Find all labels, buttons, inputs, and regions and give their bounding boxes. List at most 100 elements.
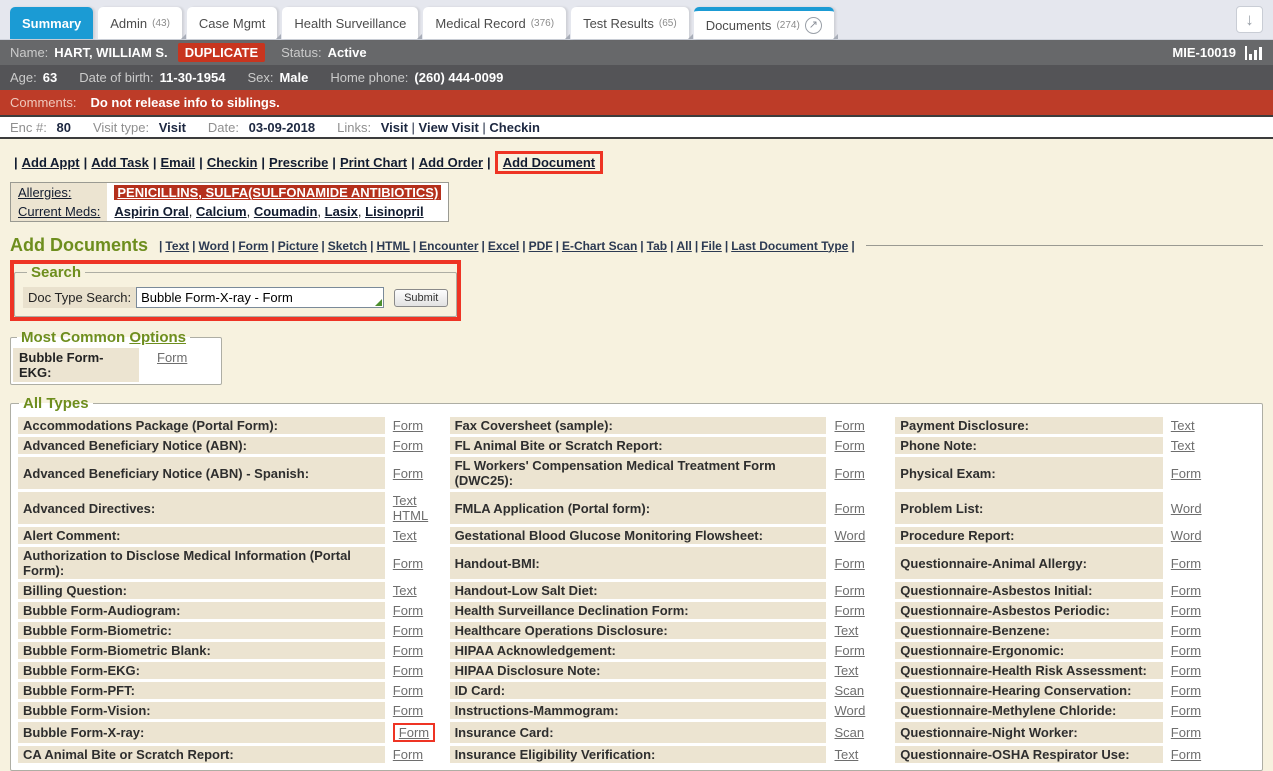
med-link-aspirin-oral[interactable]: Aspirin Oral	[114, 204, 188, 219]
doc-link-phone-note-text[interactable]: Text	[1171, 438, 1195, 453]
doc-link-hipaa-disclosure-note-text[interactable]: Text	[834, 663, 858, 678]
doc-link-fl-workers-compensation-medical-treatment-form-dwc25-form[interactable]: Form	[834, 466, 864, 481]
doc-link-bubble-form-x-ray-form[interactable]: Form	[393, 723, 435, 742]
action-checkin[interactable]: Checkin	[207, 155, 258, 170]
doc-link-questionnaire-night-worker-form[interactable]: Form	[1171, 725, 1201, 740]
doc-format-all[interactable]: All	[676, 239, 691, 253]
doc-link-bubble-form-biometric-form[interactable]: Form	[393, 623, 423, 638]
doc-type-name: Bubble Form-X-ray:	[18, 722, 385, 743]
doc-link-bubble-form-audiogram-form[interactable]: Form	[393, 603, 423, 618]
doc-format-word[interactable]: Word	[199, 239, 229, 253]
doc-format-last-document-type[interactable]: Last Document Type	[731, 239, 848, 253]
encounter-links: Visit | View Visit | Checkin	[381, 120, 540, 135]
doc-link-questionnaire-ergonomic-form[interactable]: Form	[1171, 643, 1201, 658]
doc-link-bubble-form-pft-form[interactable]: Form	[393, 683, 423, 698]
encounter-link-checkin[interactable]: Checkin	[489, 120, 540, 135]
doc-link-questionnaire-asbestos-periodic-form[interactable]: Form	[1171, 603, 1201, 618]
doc-link-authorization-to-disclose-medical-information-portal-form-form[interactable]: Form	[393, 556, 423, 571]
doc-format-e-chart-scan[interactable]: E-Chart Scan	[562, 239, 637, 253]
tab-health-surveillance[interactable]: Health Surveillance	[282, 7, 418, 39]
doc-link-hipaa-acknowledgement-form[interactable]: Form	[834, 643, 864, 658]
tab-documents[interactable]: Documents(274)↗	[694, 7, 834, 39]
doc-link-advanced-directives-html[interactable]: HTML	[393, 508, 428, 523]
tab-summary[interactable]: Summary	[10, 7, 93, 39]
tab-case-mgmt[interactable]: Case Mgmt	[187, 7, 277, 39]
doc-link-questionnaire-methylene-chloride-form[interactable]: Form	[1171, 703, 1201, 718]
separator: |	[407, 155, 419, 170]
action-add-task[interactable]: Add Task	[91, 155, 149, 170]
doc-link-bubble-form-biometric-blank-form[interactable]: Form	[393, 643, 423, 658]
doc-type-search-input[interactable]	[136, 287, 384, 308]
doc-link-gestational-blood-glucose-monitoring-flowsheet-word[interactable]: Word	[834, 528, 865, 543]
current-meds-link[interactable]: Current Meds:	[18, 204, 100, 219]
doc-link-insurance-eligibility-verification-text[interactable]: Text	[834, 747, 858, 762]
allergies-link[interactable]: Allergies:	[18, 185, 71, 200]
doc-format-html[interactable]: HTML	[376, 239, 409, 253]
action-print-chart[interactable]: Print Chart	[340, 155, 407, 170]
doc-link-questionnaire-hearing-conservation-form[interactable]: Form	[1171, 683, 1201, 698]
doc-link-insurance-card-scan[interactable]: Scan	[834, 725, 864, 740]
doc-link-advanced-beneficiary-notice-abn-spanish-form[interactable]: Form	[393, 466, 423, 481]
doc-format-text[interactable]: Text	[165, 239, 189, 253]
doc-link-handout-bmi-form[interactable]: Form	[834, 556, 864, 571]
doc-link-fmla-application-portal-form-form[interactable]: Form	[834, 501, 864, 516]
doc-link-fl-animal-bite-or-scratch-report-form[interactable]: Form	[834, 438, 864, 453]
doc-link-questionnaire-health-risk-assessment-form[interactable]: Form	[1171, 663, 1201, 678]
tab-test-results[interactable]: Test Results(65)	[571, 7, 689, 39]
doc-link-handout-low-salt-diet-form[interactable]: Form	[834, 583, 864, 598]
doc-format-pdf[interactable]: PDF	[529, 239, 553, 253]
doc-link-advanced-beneficiary-notice-abn-form[interactable]: Form	[393, 438, 423, 453]
action-add-document[interactable]: Add Document	[503, 155, 595, 170]
doc-link-physical-exam-form[interactable]: Form	[1171, 466, 1201, 481]
doc-link-alert-comment-text[interactable]: Text	[393, 528, 417, 543]
med-link-lasix[interactable]: Lasix	[325, 204, 358, 219]
doc-link-problem-list-word[interactable]: Word	[1171, 501, 1202, 516]
action-add-order[interactable]: Add Order	[419, 155, 483, 170]
doc-link-health-surveillance-declination-form-form[interactable]: Form	[834, 603, 864, 618]
doc-format-form[interactable]: Form	[238, 239, 268, 253]
submit-button[interactable]: Submit	[394, 289, 448, 307]
separator: |	[479, 120, 490, 135]
duplicate-badge[interactable]: DUPLICATE	[178, 43, 265, 62]
doc-type-link-cell: Form	[829, 437, 892, 454]
doc-format-encounter[interactable]: Encounter	[419, 239, 478, 253]
allergy-value-link[interactable]: PENICILLINS, SULFA(SULFONAMIDE ANTIBIOTI…	[114, 185, 441, 200]
encounter-link-visit[interactable]: Visit	[381, 120, 408, 135]
doc-format-tab[interactable]: Tab	[647, 239, 667, 253]
doc-link-ca-animal-bite-or-scratch-report-form[interactable]: Form	[393, 747, 423, 762]
med-link-coumadin[interactable]: Coumadin	[254, 204, 318, 219]
open-in-new-icon[interactable]: ↗	[805, 17, 822, 34]
doc-link-id-card-scan[interactable]: Scan	[834, 683, 864, 698]
doc-link-healthcare-operations-disclosure-text[interactable]: Text	[834, 623, 858, 638]
tab-admin[interactable]: Admin(43)	[98, 7, 182, 39]
doc-format-file[interactable]: File	[701, 239, 722, 253]
doc-link-form[interactable]: Form	[157, 350, 187, 365]
action-prescribe[interactable]: Prescribe	[269, 155, 328, 170]
doc-link-questionnaire-asbestos-initial-form[interactable]: Form	[1171, 583, 1201, 598]
doc-link-billing-question-text[interactable]: Text	[393, 583, 417, 598]
doc-link-procedure-report-word[interactable]: Word	[1171, 528, 1202, 543]
doc-link-fax-coversheet-sample-form[interactable]: Form	[834, 418, 864, 433]
scroll-down-button[interactable]: ↓	[1236, 6, 1263, 33]
doc-link-questionnaire-benzene-form[interactable]: Form	[1171, 623, 1201, 638]
action-email[interactable]: Email	[160, 155, 195, 170]
med-link-lisinopril[interactable]: Lisinopril	[365, 204, 424, 219]
annotation-box: Add Document	[495, 151, 603, 174]
doc-link-questionnaire-osha-respirator-use-form[interactable]: Form	[1171, 747, 1201, 762]
bar-chart-icon[interactable]	[1244, 45, 1263, 61]
med-link-calcium[interactable]: Calcium	[196, 204, 247, 219]
doc-format-sketch[interactable]: Sketch	[328, 239, 367, 253]
tab-medical-record[interactable]: Medical Record(376)	[423, 7, 566, 39]
doc-link-instructions-mammogram-word[interactable]: Word	[834, 703, 865, 718]
doc-link-bubble-form-vision-form[interactable]: Form	[393, 703, 423, 718]
encounter-link-view-visit[interactable]: View Visit	[419, 120, 479, 135]
doc-link-advanced-directives-text[interactable]: Text	[393, 493, 417, 508]
doc-format-picture[interactable]: Picture	[278, 239, 319, 253]
doc-link-accommodations-package-portal-form-form[interactable]: Form	[393, 418, 423, 433]
action-add-appt[interactable]: Add Appt	[22, 155, 80, 170]
doc-link-bubble-form-ekg-form[interactable]: Form	[393, 663, 423, 678]
doc-format-excel[interactable]: Excel	[488, 239, 519, 253]
doc-link-questionnaire-animal-allergy-form[interactable]: Form	[1171, 556, 1201, 571]
options-link[interactable]: Options	[129, 329, 186, 346]
doc-link-payment-disclosure-text[interactable]: Text	[1171, 418, 1195, 433]
